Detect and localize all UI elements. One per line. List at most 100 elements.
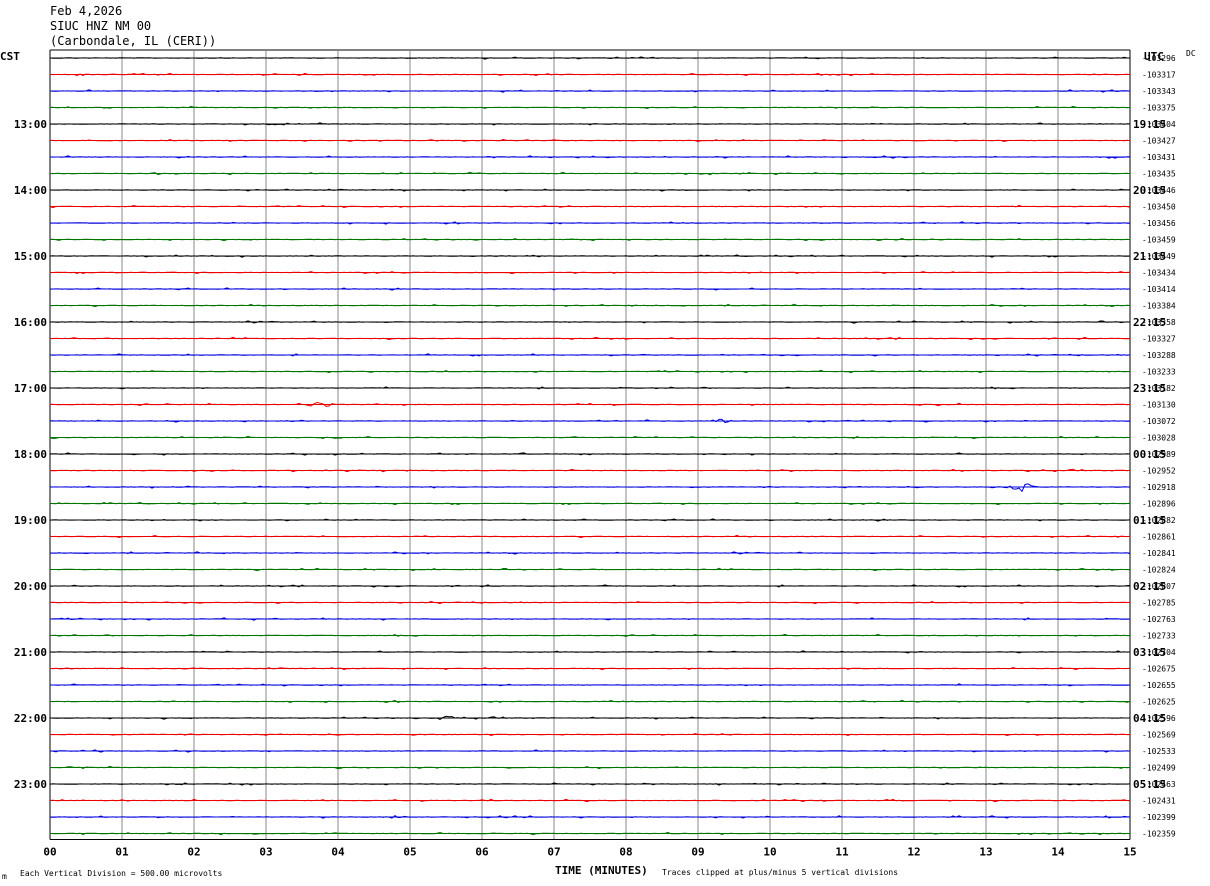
trace-signal	[49, 287, 1131, 291]
trace-signal	[49, 617, 1131, 621]
x-tick-label: 02	[187, 846, 200, 859]
x-tick-label: 14	[1051, 846, 1065, 859]
trace-signal	[49, 683, 1131, 687]
utc-hour-label: 19:15	[1133, 118, 1166, 131]
dc-offset-label: -103431	[1142, 153, 1176, 162]
x-tick-label: 03	[259, 846, 272, 859]
dc-offset-label: -103327	[1142, 335, 1176, 344]
x-tick-label: 09	[691, 846, 704, 859]
x-tick-label: 08	[619, 846, 632, 859]
dc-offset-label: -102861	[1142, 533, 1176, 542]
utc-hour-label: 04:15	[1133, 712, 1166, 725]
dc-offset-label: -103130	[1142, 401, 1176, 410]
footer-scale-note: Each Vertical Division = 500.00 microvol…	[20, 869, 222, 878]
traces	[49, 56, 1131, 836]
dc-offset-label: -103414	[1142, 285, 1176, 294]
trace-signal	[49, 567, 1130, 572]
dc-offset-label: -102952	[1142, 467, 1176, 476]
footer-mark: m	[2, 872, 7, 881]
trace-signal	[49, 271, 1131, 275]
cst-hour-label: 16:00	[14, 316, 47, 329]
dc-offset-label: -102359	[1142, 830, 1176, 839]
trace-signal	[49, 765, 1131, 770]
cst-hour-label: 15:00	[14, 250, 47, 263]
trace-signal	[49, 171, 1131, 176]
helicorder-chart: Feb 4,2026 SIUC HNZ NM 00 (Carbondale, I…	[0, 4, 1196, 881]
labels: 00 01 02 03 04 05 06 07 08 09 10 11 12 13 14 15 -103296 -…	[14, 54, 1176, 859]
trace-signal	[49, 204, 1131, 209]
x-tick-label: 00	[43, 846, 56, 859]
x-tick-label: 01	[115, 846, 129, 859]
trace-signal	[49, 418, 1131, 424]
dc-offset-label: -102896	[1142, 500, 1176, 509]
grid	[49, 49, 1131, 840]
dc-offset-label: -103459	[1142, 236, 1176, 245]
x-tick-label: 15	[1123, 846, 1136, 859]
utc-hour-label: 03:15	[1133, 646, 1166, 659]
left-axis-title: CST	[0, 50, 20, 63]
dc-offset-label: -102763	[1142, 615, 1176, 624]
trace-signal	[49, 353, 1131, 357]
trace-signal	[49, 715, 1130, 720]
x-tick-label: 12	[907, 846, 920, 859]
cst-hour-label: 18:00	[14, 448, 47, 461]
trace-signal	[49, 435, 1131, 440]
dc-offset-label: -102499	[1142, 764, 1176, 773]
trace-signal	[49, 303, 1131, 308]
dc-offset-label: -103450	[1142, 203, 1176, 212]
trace-signal	[49, 798, 1131, 803]
utc-hour-label: 00:15	[1133, 448, 1166, 461]
dc-offset-label: -102918	[1142, 483, 1176, 492]
dc-offset-label: -103456	[1142, 219, 1176, 228]
x-tick-label: 07	[547, 846, 560, 859]
dc-offset-label: -102675	[1142, 665, 1176, 674]
x-tick-label: 04	[331, 846, 345, 859]
dc-offset-label: -102824	[1142, 566, 1176, 575]
utc-hour-label: 05:15	[1133, 778, 1166, 791]
utc-hour-label: 02:15	[1133, 580, 1166, 593]
utc-hour-label: 21:15	[1133, 250, 1166, 263]
dc-offset-label: -103435	[1142, 170, 1176, 179]
x-tick-label: 13	[979, 846, 992, 859]
trace-signal	[49, 733, 1130, 737]
cst-hour-label: 14:00	[14, 184, 47, 197]
utc-hour-label: 23:15	[1133, 382, 1166, 395]
trace-signal	[49, 336, 1131, 341]
x-tick-label: 06	[475, 846, 489, 859]
footer-clip-note: Traces clipped at plus/minus 5 vertical …	[662, 868, 898, 877]
trace-signal	[49, 749, 1131, 753]
dc-offset-label: -102733	[1142, 632, 1176, 641]
x-tick-label: 10	[763, 846, 776, 859]
utc-hour-label: 20:15	[1133, 184, 1166, 197]
dc-offset-label: -103427	[1142, 137, 1176, 146]
trace-signal	[49, 501, 1131, 506]
cst-hour-label: 20:00	[14, 580, 47, 593]
dc-header: DC	[1186, 49, 1196, 58]
trace-signal	[49, 518, 1131, 522]
dc-offset-label: -103375	[1142, 104, 1176, 113]
trace-signal	[49, 369, 1130, 374]
header-location: (Carbondale, IL (CERI))	[50, 34, 216, 48]
header-station: SIUC HNZ NM 00	[50, 19, 151, 33]
dc-offset-label: -103233	[1142, 368, 1176, 377]
trace-signal	[49, 155, 1130, 159]
trace-signal	[49, 814, 1131, 819]
dc-offset-label: -102533	[1142, 747, 1176, 756]
trace-signal	[49, 105, 1131, 110]
dc-offset-label: -103288	[1142, 351, 1176, 360]
dc-offset-label: -102569	[1142, 731, 1176, 740]
dc-offset-label: -103296	[1142, 54, 1176, 63]
utc-hour-label: 22:15	[1133, 316, 1166, 329]
dc-offset-label: -102399	[1142, 813, 1176, 822]
trace-signal	[49, 221, 1130, 225]
dc-offset-label: -102431	[1142, 797, 1176, 806]
cst-hour-label: 21:00	[14, 646, 47, 659]
trace-signal	[49, 483, 1131, 493]
x-tick-label: 05	[403, 846, 416, 859]
dc-offset-label: -102841	[1142, 549, 1176, 558]
trace-signal	[49, 551, 1131, 555]
header-date: Feb 4,2026	[50, 4, 122, 18]
trace-signal	[49, 56, 1131, 60]
cst-hour-label: 19:00	[14, 514, 47, 527]
dc-offset-label: -102655	[1142, 681, 1176, 690]
